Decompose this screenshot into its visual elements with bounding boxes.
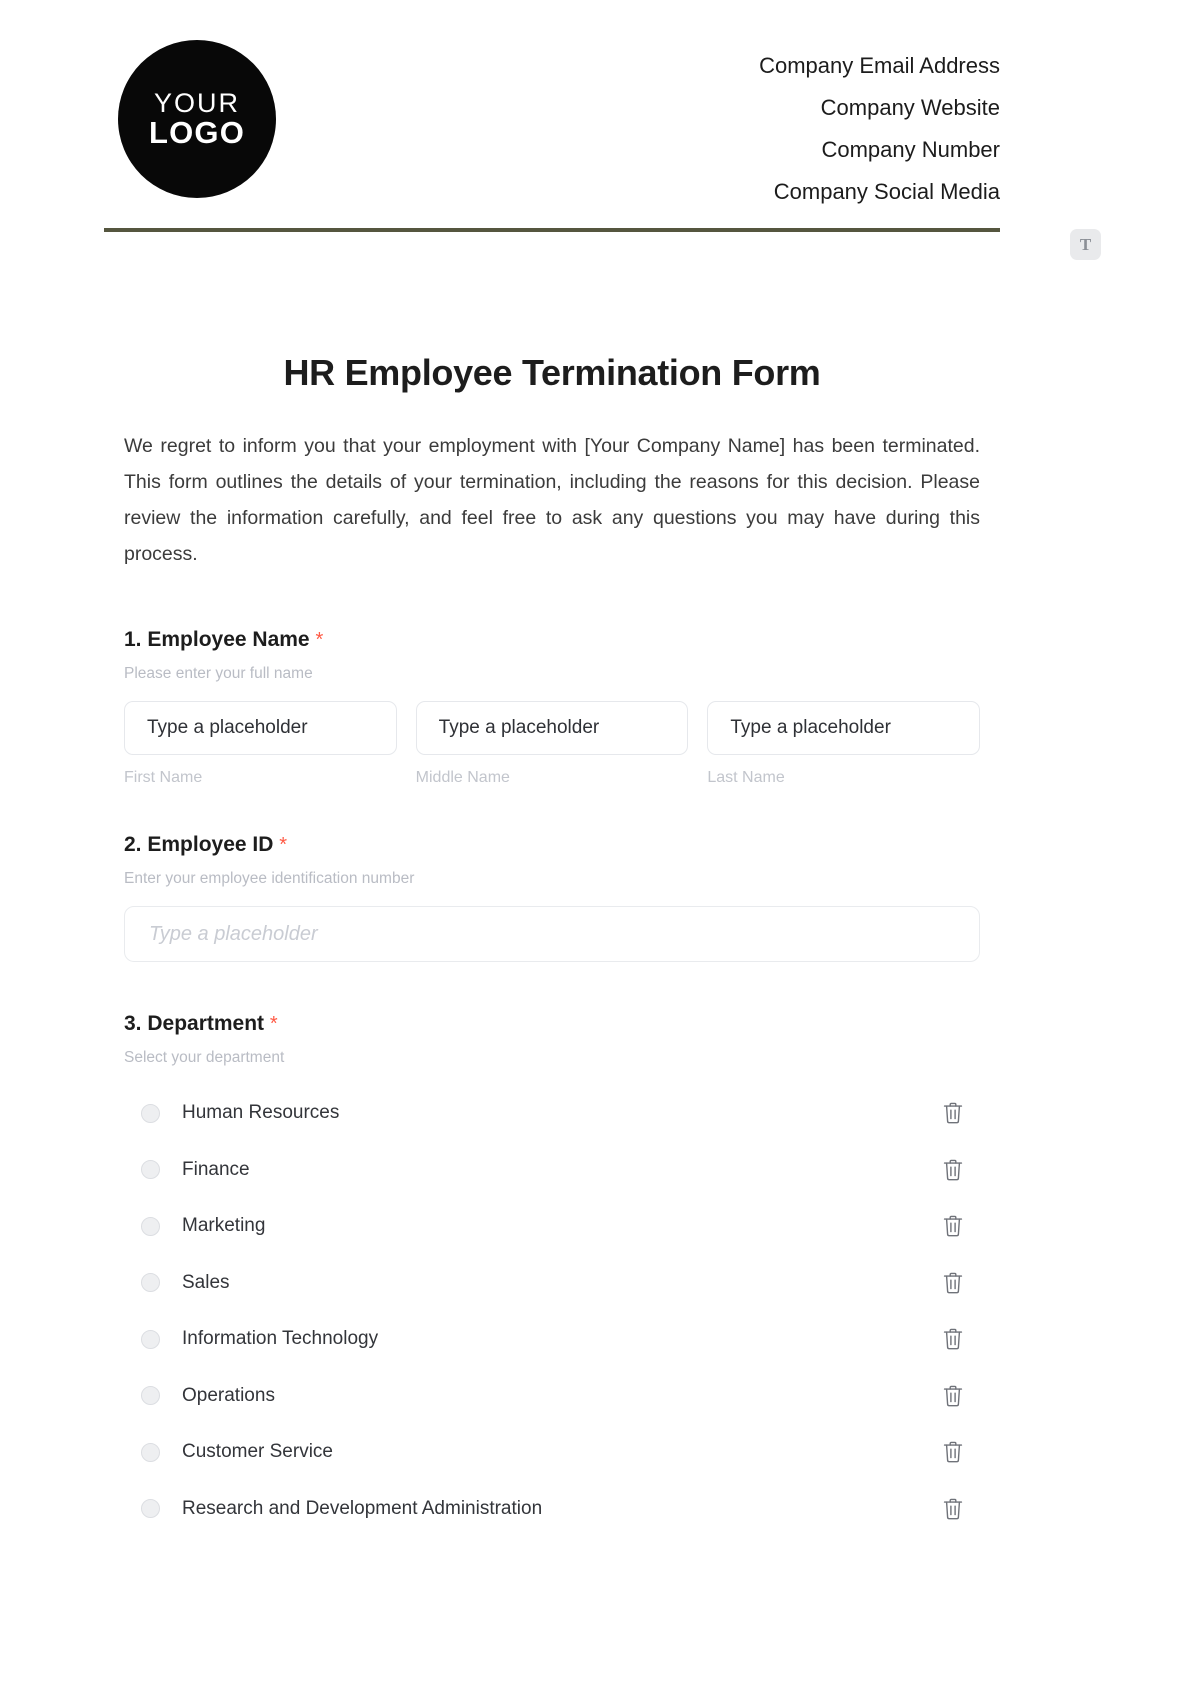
question-2-label: Employee ID — [147, 833, 274, 856]
question-1-label: Employee Name — [147, 628, 310, 651]
delete-option-icon[interactable] — [942, 1497, 964, 1521]
radio-button-icon[interactable] — [141, 1329, 160, 1349]
contact-line-social-media: Company Social Media — [773, 179, 1000, 205]
employee-id-placeholder: Type a placeholder — [149, 922, 318, 945]
first-name-input[interactable]: Type a placeholder — [124, 701, 397, 755]
department-option-row[interactable]: Research and Development Administration — [124, 1481, 980, 1538]
department-option-row[interactable]: Finance — [124, 1142, 980, 1199]
question-department: 3. Department * Select your department H… — [124, 1012, 980, 1537]
question-employee-id: 2. Employee ID * Enter your employee ide… — [124, 833, 980, 962]
logo-text-logo: LOGO — [148, 114, 246, 150]
question-employee-name: 1. Employee Name * Please enter your ful… — [124, 628, 981, 787]
last-name-value: Type a placeholder — [730, 717, 891, 738]
department-option-row[interactable]: Information Technology — [124, 1311, 980, 1368]
question-3-number: 3. — [124, 1012, 142, 1035]
employee-id-input[interactable]: Type a placeholder — [124, 906, 980, 962]
question-3-required-marker: * — [269, 1013, 278, 1035]
radio-button-icon[interactable] — [141, 1103, 160, 1123]
department-option-row[interactable]: Operations — [124, 1368, 980, 1425]
department-option-label: Information Technology — [182, 1328, 379, 1350]
name-field-row: Type a placeholder First Name Type a pla… — [124, 701, 981, 787]
first-name-label: First Name — [124, 769, 203, 786]
question-1-number: 1. — [124, 628, 142, 651]
first-name-value: Type a placeholder — [147, 717, 308, 738]
department-option-row[interactable]: Human Resources — [124, 1085, 980, 1142]
delete-option-icon[interactable] — [942, 1158, 964, 1182]
delete-option-icon[interactable] — [942, 1440, 964, 1464]
radio-button-icon[interactable] — [141, 1273, 160, 1293]
question-2-title: 2. Employee ID * — [124, 833, 980, 857]
department-option-label: Customer Service — [182, 1441, 333, 1463]
question-3-help: Select your department — [124, 1049, 285, 1066]
question-2-help: Enter your employee identification numbe… — [124, 870, 415, 887]
radio-button-icon[interactable] — [141, 1499, 160, 1519]
question-1-help: Please enter your full name — [124, 665, 313, 682]
question-1-required-marker: * — [315, 629, 324, 651]
radio-button-icon[interactable] — [141, 1160, 160, 1180]
last-name-input[interactable]: Type a placeholder — [707, 701, 981, 755]
department-option-row[interactable]: Sales — [124, 1255, 980, 1312]
department-option-row[interactable]: Marketing — [124, 1198, 980, 1255]
letterhead-header: YOUR LOGO Company Email Address Company … — [104, 28, 1000, 218]
department-option-label: Sales — [182, 1271, 230, 1293]
text-tool-icon[interactable]: T — [1070, 229, 1101, 260]
middle-name-value: Type a placeholder — [438, 717, 600, 738]
company-contact-block: Company Email Address Company Website Co… — [759, 28, 1000, 212]
department-option-label: Human Resources — [182, 1102, 340, 1124]
radio-button-icon[interactable] — [141, 1216, 160, 1236]
question-2-number: 2. — [124, 833, 142, 856]
delete-option-icon[interactable] — [942, 1327, 964, 1351]
question-1-title: 1. Employee Name * — [124, 628, 980, 652]
question-3-label: Department — [147, 1012, 265, 1035]
radio-button-icon[interactable] — [141, 1442, 160, 1462]
department-option-label: Marketing — [182, 1215, 266, 1237]
contact-line-email: Company Email Address — [759, 53, 1000, 78]
department-option-label: Finance — [182, 1158, 250, 1180]
delete-option-icon[interactable] — [942, 1384, 964, 1408]
department-option-row[interactable]: Customer Service — [124, 1424, 980, 1481]
middle-name-group: Type a placeholder Middle Name — [415, 701, 689, 787]
question-2-required-marker: * — [279, 834, 288, 856]
question-3-title: 3. Department * — [124, 1012, 980, 1036]
header-divider — [104, 228, 1000, 232]
logo-text-your: YOUR — [153, 87, 240, 118]
last-name-group: Type a placeholder Last Name — [707, 701, 981, 787]
company-logo: YOUR LOGO — [118, 40, 276, 198]
department-option-label: Operations — [182, 1384, 275, 1406]
last-name-label: Last Name — [707, 769, 785, 786]
radio-button-icon[interactable] — [141, 1386, 160, 1406]
delete-option-icon[interactable] — [942, 1101, 964, 1125]
department-option-label: Research and Development Administration — [182, 1497, 543, 1519]
department-options-list: Human Resources Finance Marketing Sales … — [124, 1085, 980, 1537]
delete-option-icon[interactable] — [942, 1214, 964, 1238]
intro-paragraph: We regret to inform you that your employ… — [124, 435, 980, 565]
document-page: YOUR LOGO Company Email Address Company … — [0, 0, 1200, 1700]
first-name-group: Type a placeholder First Name — [124, 701, 397, 787]
middle-name-label: Middle Name — [415, 769, 510, 786]
page-title: HR Employee Termination Form — [283, 352, 821, 393]
middle-name-input[interactable]: Type a placeholder — [415, 701, 689, 755]
contact-line-number: Company Number — [821, 137, 1000, 163]
delete-option-icon[interactable] — [942, 1271, 964, 1295]
form-body: HR Employee Termination Form We regret t… — [124, 352, 981, 1583]
contact-line-website: Company Website — [820, 95, 1000, 121]
